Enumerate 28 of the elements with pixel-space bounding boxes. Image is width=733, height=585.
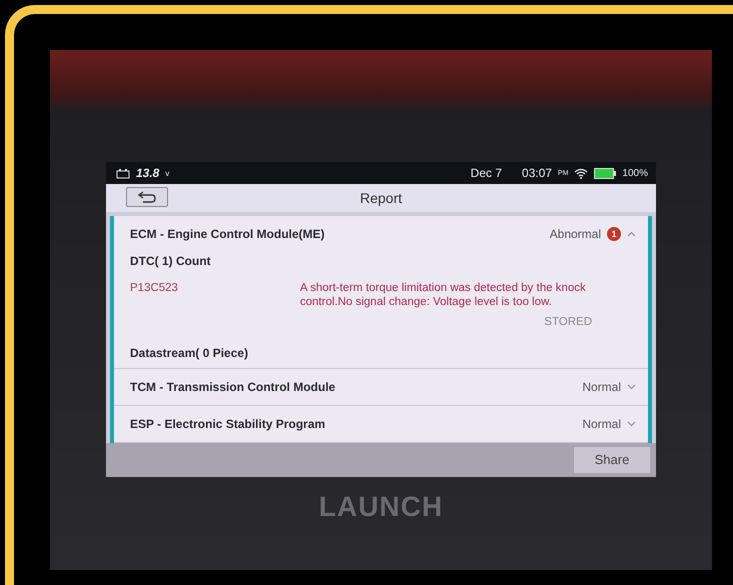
date-text: Dec 7 — [470, 166, 502, 180]
battery-percent: 100% — [622, 168, 648, 178]
dtc-state: STORED — [543, 316, 592, 328]
expand-chevron-icon[interactable] — [627, 420, 636, 427]
wifi-icon — [574, 168, 588, 178]
expand-chevron-icon[interactable] — [627, 384, 636, 390]
dtc-code: P13C523 — [130, 282, 179, 296]
back-arrow-icon — [137, 191, 157, 203]
voltage-unit: v — [165, 168, 170, 178]
share-button[interactable]: Share — [574, 446, 650, 473]
module-status: Normal — [582, 416, 621, 431]
module-name: ECM - Engine Control Module(ME) — [130, 227, 326, 241]
device-brand-text: LAUNCH — [318, 490, 444, 523]
voltage-reading: 13.8 — [136, 166, 160, 180]
time-text: 03:07 — [522, 166, 552, 180]
car-battery-icon — [116, 168, 130, 178]
screen-title: Report — [360, 190, 402, 206]
module-status: Abnormal — [550, 227, 601, 241]
module-status: Normal — [582, 380, 621, 394]
dtc-description: A short-term torque limitation was detected by the knock control.No signal change: Voltage level is too low. — [300, 282, 587, 310]
back-button[interactable] — [126, 187, 168, 207]
module-name: ESP - Electronic Stability Program — [130, 416, 326, 431]
collapse-chevron-icon[interactable] — [627, 231, 636, 237]
module-name: TCM - Transmission Control Module — [130, 380, 336, 394]
datastream-label: Datastream( 0 Piece) — [130, 346, 250, 360]
fault-count-badge: 1 — [607, 227, 621, 241]
battery-icon — [594, 168, 616, 178]
dtc-count-label: DTC( 1) Count — [130, 254, 212, 268]
